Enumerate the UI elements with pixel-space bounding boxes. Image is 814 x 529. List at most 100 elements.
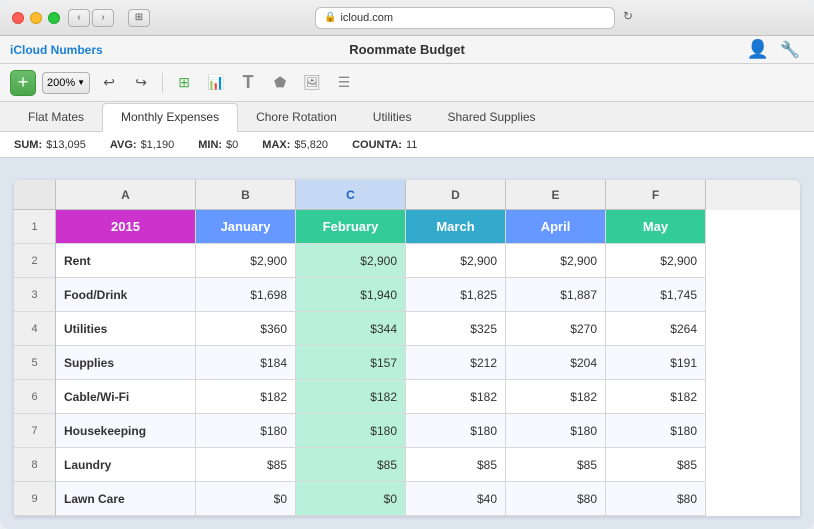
row-num-7[interactable]: 7 bbox=[14, 414, 56, 448]
cell-a7[interactable]: Housekeeping bbox=[56, 414, 196, 448]
row-num-6[interactable]: 6 bbox=[14, 380, 56, 414]
comment-icon[interactable]: ☰ bbox=[331, 70, 357, 96]
cell-e4[interactable]: $270 bbox=[506, 312, 606, 346]
tab-flat-mates[interactable]: Flat Mates bbox=[10, 102, 102, 131]
cell-a9[interactable]: Lawn Care bbox=[56, 482, 196, 516]
sidebar-toggle-button[interactable]: ⊞ bbox=[128, 9, 150, 27]
tab-monthly-expenses[interactable]: Monthly Expenses bbox=[102, 103, 238, 132]
cell-b2[interactable]: $2,900 bbox=[196, 244, 296, 278]
toolbar-row: + 200% ▼ ↩ ↪ ⊞ 📊 T ⬟ 🖼 ☰ bbox=[0, 64, 814, 102]
zoom-selector[interactable]: 200% ▼ bbox=[42, 72, 90, 94]
cell-f5[interactable]: $191 bbox=[606, 346, 706, 380]
address-bar[interactable]: 🔒 icloud.com bbox=[315, 7, 615, 29]
cell-b6[interactable]: $182 bbox=[196, 380, 296, 414]
cell-a8[interactable]: Laundry bbox=[56, 448, 196, 482]
col-header-d[interactable]: D bbox=[406, 180, 506, 210]
cell-c9[interactable]: $0 bbox=[296, 482, 406, 516]
cell-f1[interactable]: May bbox=[606, 210, 706, 244]
share-icon[interactable]: 👤 bbox=[744, 36, 772, 64]
cell-b8[interactable]: $85 bbox=[196, 448, 296, 482]
cell-b4[interactable]: $360 bbox=[196, 312, 296, 346]
cell-a3[interactable]: Food/Drink bbox=[56, 278, 196, 312]
cell-f9[interactable]: $80 bbox=[606, 482, 706, 516]
url-text: icloud.com bbox=[340, 12, 393, 24]
cell-c7[interactable]: $180 bbox=[296, 414, 406, 448]
row-num-1[interactable]: 1 bbox=[14, 210, 56, 244]
row-num-4[interactable]: 4 bbox=[14, 312, 56, 346]
cell-d8[interactable]: $85 bbox=[406, 448, 506, 482]
cell-c5[interactable]: $157 bbox=[296, 346, 406, 380]
zoom-chevron: ▼ bbox=[77, 78, 85, 87]
close-button[interactable] bbox=[12, 12, 24, 24]
cell-b5[interactable]: $184 bbox=[196, 346, 296, 380]
row-num-9[interactable]: 9 bbox=[14, 482, 56, 516]
row-num-2[interactable]: 2 bbox=[14, 244, 56, 278]
cell-a5[interactable]: Supplies bbox=[56, 346, 196, 380]
reload-button[interactable]: ↻ bbox=[619, 7, 637, 25]
add-sheet-button[interactable]: + bbox=[10, 70, 36, 96]
cell-c1[interactable]: February bbox=[296, 210, 406, 244]
col-header-b[interactable]: B bbox=[196, 180, 296, 210]
cell-a2[interactable]: Rent bbox=[56, 244, 196, 278]
settings-icon[interactable]: 🔧 bbox=[776, 36, 804, 64]
cell-f7[interactable]: $180 bbox=[606, 414, 706, 448]
cell-f8[interactable]: $85 bbox=[606, 448, 706, 482]
cell-e7[interactable]: $180 bbox=[506, 414, 606, 448]
cell-b1[interactable]: January bbox=[196, 210, 296, 244]
cell-d9[interactable]: $40 bbox=[406, 482, 506, 516]
cell-d4[interactable]: $325 bbox=[406, 312, 506, 346]
col-header-e[interactable]: E bbox=[506, 180, 606, 210]
cell-e5[interactable]: $204 bbox=[506, 346, 606, 380]
cell-e6[interactable]: $182 bbox=[506, 380, 606, 414]
tab-shared-supplies[interactable]: Shared Supplies bbox=[429, 102, 553, 131]
row-num-5[interactable]: 5 bbox=[14, 346, 56, 380]
maximize-button[interactable] bbox=[48, 12, 60, 24]
col-header-a[interactable]: A bbox=[56, 180, 196, 210]
cell-d7[interactable]: $180 bbox=[406, 414, 506, 448]
cell-e8[interactable]: $85 bbox=[506, 448, 606, 482]
col-header-c[interactable]: C bbox=[296, 180, 406, 210]
cell-e9[interactable]: $80 bbox=[506, 482, 606, 516]
cell-a1[interactable]: 2015 bbox=[56, 210, 196, 244]
forward-button[interactable]: › bbox=[92, 9, 114, 27]
redo-button[interactable]: ↪ bbox=[128, 70, 154, 96]
shape-icon[interactable]: ⬟ bbox=[267, 70, 293, 96]
cell-d5[interactable]: $212 bbox=[406, 346, 506, 380]
undo-button[interactable]: ↩ bbox=[96, 70, 122, 96]
cell-d6[interactable]: $182 bbox=[406, 380, 506, 414]
cell-c6[interactable]: $182 bbox=[296, 380, 406, 414]
back-button[interactable]: ‹ bbox=[68, 9, 90, 27]
cell-b7[interactable]: $180 bbox=[196, 414, 296, 448]
cell-a4[interactable]: Utilities bbox=[56, 312, 196, 346]
cell-d1[interactable]: March bbox=[406, 210, 506, 244]
cell-c8[interactable]: $85 bbox=[296, 448, 406, 482]
cell-b9[interactable]: $0 bbox=[196, 482, 296, 516]
cell-d2[interactable]: $2,900 bbox=[406, 244, 506, 278]
row-num-3[interactable]: 3 bbox=[14, 278, 56, 312]
col-header-f[interactable]: F bbox=[606, 180, 706, 210]
cell-c2[interactable]: $2,900 bbox=[296, 244, 406, 278]
table-row-2: 2 Rent $2,900 $2,900 $2,900 $2,900 $2,90… bbox=[14, 244, 800, 278]
cell-c4[interactable]: $344 bbox=[296, 312, 406, 346]
cell-e3[interactable]: $1,887 bbox=[506, 278, 606, 312]
cell-d3[interactable]: $1,825 bbox=[406, 278, 506, 312]
table-icon[interactable]: ⊞ bbox=[171, 70, 197, 96]
tab-chore-rotation[interactable]: Chore Rotation bbox=[238, 102, 355, 131]
stat-avg: AVG: $1,190 bbox=[110, 139, 174, 151]
chart-icon[interactable]: 📊 bbox=[203, 70, 229, 96]
minimize-button[interactable] bbox=[30, 12, 42, 24]
cell-b3[interactable]: $1,698 bbox=[196, 278, 296, 312]
cell-e1[interactable]: April bbox=[506, 210, 606, 244]
cell-f2[interactable]: $2,900 bbox=[606, 244, 706, 278]
text-icon[interactable]: T bbox=[235, 70, 261, 96]
cell-e2[interactable]: $2,900 bbox=[506, 244, 606, 278]
tab-utilities[interactable]: Utilities bbox=[355, 102, 430, 131]
media-icon[interactable]: 🖼 bbox=[299, 70, 325, 96]
cell-c3[interactable]: $1,940 bbox=[296, 278, 406, 312]
cell-f4[interactable]: $264 bbox=[606, 312, 706, 346]
row-num-8[interactable]: 8 bbox=[14, 448, 56, 482]
cell-f3[interactable]: $1,745 bbox=[606, 278, 706, 312]
min-label: MIN: bbox=[198, 139, 222, 151]
cell-a6[interactable]: Cable/Wi-Fi bbox=[56, 380, 196, 414]
cell-f6[interactable]: $182 bbox=[606, 380, 706, 414]
